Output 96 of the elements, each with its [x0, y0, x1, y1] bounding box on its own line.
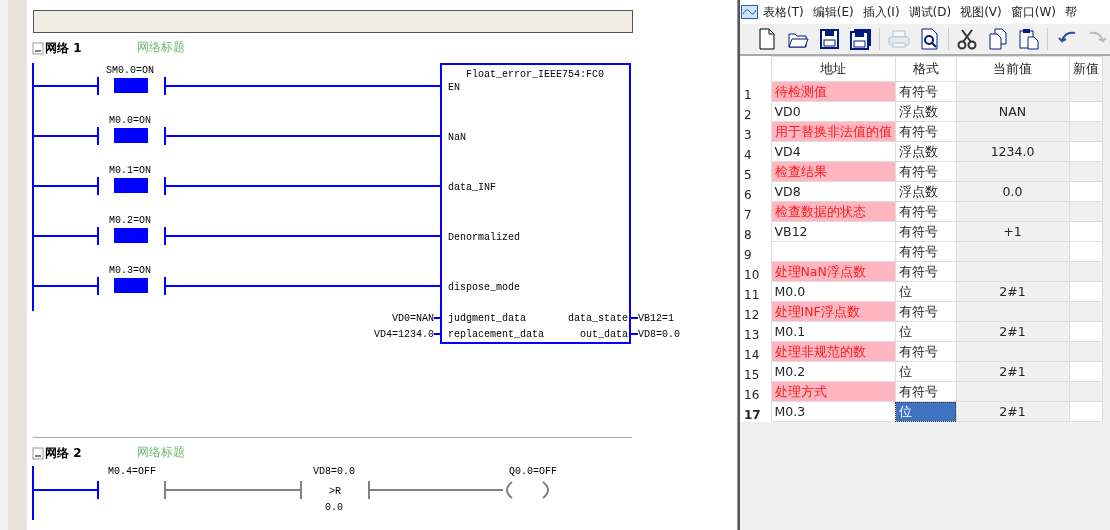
network-title: 网络标题 [137, 40, 185, 54]
block-name: Float_error_IEEE754:FC0 [466, 69, 604, 80]
format-cell[interactable]: 有符号 [895, 81, 956, 102]
compare-operator: >R [329, 486, 341, 497]
format-cell[interactable]: 有符号 [895, 261, 956, 282]
row-number: 7 [740, 201, 771, 222]
column-header: 格式 [895, 56, 956, 82]
clipboard-icon[interactable] [1016, 26, 1042, 52]
row-number: 9 [740, 241, 771, 262]
menu-item[interactable]: 调试(D) [903, 3, 956, 21]
operand-value: 0.0 [325, 502, 343, 513]
network-title: 网络标题 [137, 445, 185, 459]
row-number: 5 [740, 161, 771, 182]
format-cell[interactable]: 位 [895, 281, 956, 302]
collapse-toggle[interactable] [32, 42, 44, 55]
menu-item[interactable]: 编辑(E) [807, 3, 858, 21]
input-pin-label: EN [448, 82, 460, 93]
format-cell[interactable]: 浮点数 [895, 101, 956, 122]
comment-box[interactable] [33, 10, 633, 33]
coil[interactable] [506, 481, 549, 499]
address-cell[interactable]: VD4 [771, 141, 895, 162]
output-pin-label: out_data [580, 329, 628, 340]
input-pin-label: data_INF [448, 182, 496, 193]
compare-contact[interactable] [300, 480, 370, 500]
menu-item[interactable]: 插入(I) [857, 3, 904, 21]
contact[interactable] [97, 126, 166, 146]
row-number: 4 [740, 141, 771, 162]
coil-address: Q0.0=OFF [509, 466, 557, 477]
menu-item[interactable]: 视图(V) [955, 3, 1006, 21]
column-header: 地址 [771, 56, 895, 82]
menu-item[interactable]: 帮 [1060, 3, 1081, 21]
format-cell[interactable]: 位 [895, 361, 956, 382]
row-number: 16 [740, 381, 771, 402]
contact-address: M0.1=ON [109, 165, 151, 176]
row-number: 1 [740, 81, 771, 102]
menu-item[interactable]: 窗口(W) [1005, 3, 1060, 21]
row-number: 8 [740, 221, 771, 242]
format-cell[interactable]: 有符号 [895, 301, 956, 322]
app-icon [740, 5, 758, 19]
address-cell[interactable]: VB12 [771, 221, 895, 242]
network-label: 网络 1 [45, 41, 82, 55]
contact-address: M0.4=OFF [108, 466, 156, 477]
row-number: 14 [740, 341, 771, 362]
contact[interactable] [97, 76, 166, 96]
row-number: 17 [740, 401, 771, 422]
row-number: 10 [740, 261, 771, 282]
format-cell[interactable]: 有符号 [895, 221, 956, 242]
format-cell[interactable]: 位 [895, 401, 956, 422]
format-cell[interactable]: 位 [895, 321, 956, 342]
format-cell[interactable]: 有符号 [895, 381, 956, 402]
row-number: 3 [740, 121, 771, 142]
format-cell[interactable]: 有符号 [895, 161, 956, 182]
save-all-icon[interactable] [848, 26, 874, 52]
operand-value: VD8=0.0 [313, 466, 355, 477]
input-pin-label: NaN [448, 132, 466, 143]
function-block[interactable] [440, 63, 631, 344]
address-cell[interactable]: VD0 [771, 101, 895, 122]
contact-address: M0.3=ON [109, 265, 151, 276]
operand-value: VD0=NAN [392, 313, 434, 324]
format-cell[interactable]: 有符号 [895, 241, 956, 262]
row-number: 12 [740, 301, 771, 322]
format-cell[interactable]: 有符号 [895, 121, 956, 142]
row-number: 15 [740, 361, 771, 382]
contact-address: SM0.0=ON [106, 65, 154, 76]
format-cell[interactable]: 有符号 [895, 341, 956, 362]
input-pin-label: Denormalized [448, 232, 520, 243]
contact-address: M0.2=ON [109, 215, 151, 226]
address-cell[interactable]: M0.2 [771, 361, 895, 382]
row-number: 6 [740, 181, 771, 202]
contact-address: M0.0=ON [109, 115, 151, 126]
format-cell[interactable]: 浮点数 [895, 141, 956, 162]
contact[interactable] [97, 480, 166, 500]
format-cell[interactable]: 浮点数 [895, 181, 956, 202]
row-number: 11 [740, 281, 771, 302]
column-header: 新值 [1069, 56, 1102, 82]
menu-item[interactable]: 表格(T) [758, 3, 808, 21]
row-number: 13 [740, 321, 771, 342]
format-cell[interactable]: 有符号 [895, 201, 956, 222]
contact[interactable] [97, 276, 166, 296]
output-pin-label: data_state [568, 313, 628, 324]
address-cell[interactable]: M0.3 [771, 401, 895, 422]
address-cell[interactable]: M0.0 [771, 281, 895, 302]
address-cell[interactable]: VD8 [771, 181, 895, 202]
collapse-toggle[interactable] [32, 447, 44, 460]
input-pin-label: judgment_data [448, 313, 526, 324]
contact[interactable] [97, 226, 166, 246]
input-pin-label: dispose_mode [448, 282, 520, 293]
contact[interactable] [97, 176, 166, 196]
network-label: 网络 2 [45, 446, 82, 460]
input-pin-label: replacement_data [448, 329, 544, 340]
operand-value: VD4=1234.0 [374, 329, 434, 340]
operand-value: VB12=1 [638, 313, 674, 324]
column-header: 当前值 [956, 56, 1069, 82]
operand-value: VD8=0.0 [638, 329, 680, 340]
address-cell[interactable]: M0.1 [771, 321, 895, 342]
row-number: 2 [740, 101, 771, 122]
